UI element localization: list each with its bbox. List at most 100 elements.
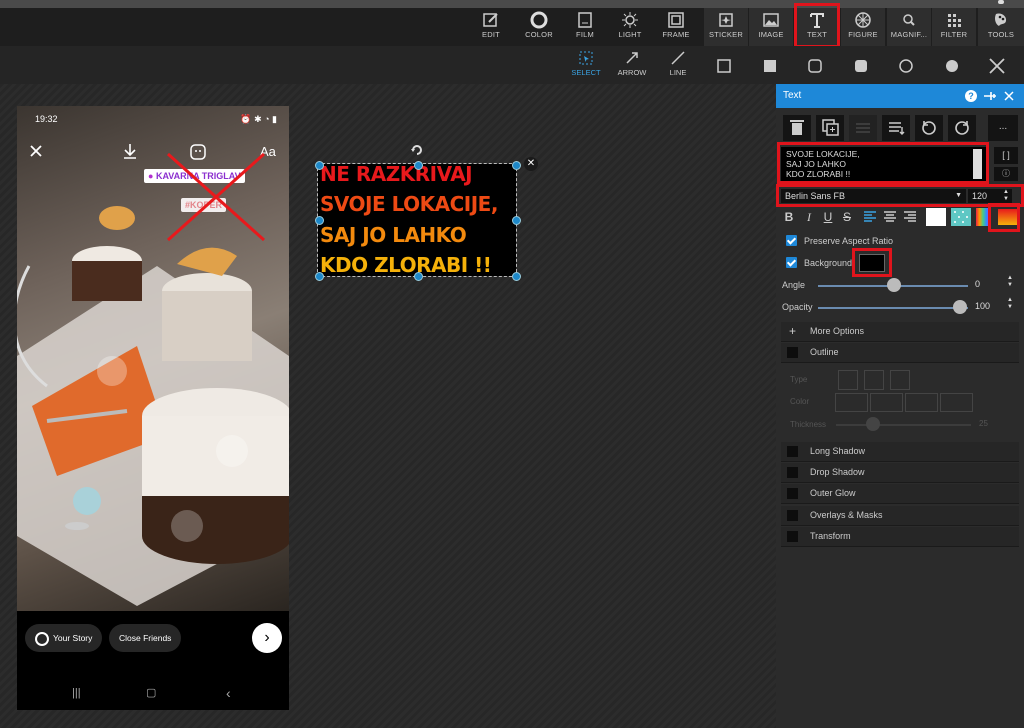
outline-label: Outline — [810, 347, 839, 357]
duplicate-button[interactable] — [816, 115, 844, 141]
toolbar-frame[interactable]: FRAME — [654, 8, 698, 46]
bold-button[interactable]: B — [781, 208, 797, 226]
resize-handle-top-right[interactable] — [512, 161, 521, 170]
angle-stepper-icon[interactable]: ▲ ▼ — [1007, 275, 1013, 289]
font-size-input[interactable]: 120 ▲ ▼ — [968, 189, 1012, 203]
toolbar-light[interactable]: LIGHT — [608, 8, 652, 46]
opacity-stepper-icon[interactable]: ▲ ▼ — [1007, 297, 1013, 311]
close-icon[interactable] — [988, 57, 1006, 75]
info-icon[interactable]: ⓘ — [994, 167, 1018, 181]
text-properties-panel: Text ? ... SVOJE LOKACIJE, SAJ JO LAHKO … — [776, 84, 1024, 728]
angle-value[interactable]: 0 — [975, 279, 980, 289]
text-layer-object[interactable]: NE RAZKRIVAJ SVOJE LOKACIJE, SAJ JO LAHK… — [317, 162, 517, 277]
outer-glow-section[interactable]: Outer Glow — [781, 484, 1019, 504]
long-shadow-section[interactable]: Long Shadow — [781, 442, 1019, 462]
background-checkbox[interactable] — [786, 257, 797, 268]
toolbar-text[interactable]: TEXT — [795, 8, 839, 46]
strikethrough-button[interactable]: S — [839, 208, 855, 226]
bracket-button[interactable]: [ ] — [994, 147, 1018, 164]
line-icon — [671, 51, 685, 65]
help-icon[interactable]: ? — [965, 90, 977, 102]
opacity-slider[interactable] — [818, 307, 968, 309]
overlays-masks-checkbox[interactable] — [787, 510, 798, 521]
rounded-square-filled-icon[interactable] — [853, 58, 869, 74]
arrow-tool[interactable]: ARROW — [612, 48, 652, 77]
transform-section[interactable]: Transform — [781, 527, 1019, 547]
drop-shadow-checkbox[interactable] — [787, 467, 798, 478]
resize-handle-bottom-right[interactable] — [512, 272, 521, 281]
line-tool[interactable]: LINE — [658, 48, 698, 77]
angle-slider-knob[interactable] — [887, 278, 901, 292]
preserve-aspect-checkbox[interactable] — [786, 235, 797, 246]
toolbar-edit[interactable]: EDIT — [469, 8, 513, 46]
toolbar-tools[interactable]: TOOLS — [978, 8, 1024, 46]
status-icons: ⏰ ✱ ◔ ▮ — [240, 114, 277, 124]
drop-shadow-section[interactable]: Drop Shadow — [781, 463, 1019, 483]
pin-icon[interactable] — [983, 90, 997, 102]
rotate-left-icon — [922, 121, 936, 135]
transform-checkbox[interactable] — [787, 531, 798, 542]
outline-section[interactable]: Outline — [781, 343, 1019, 363]
layer-order-icon — [889, 122, 905, 135]
opacity-label: Opacity — [782, 302, 813, 312]
resize-handle-left[interactable] — [315, 216, 324, 225]
long-shadow-checkbox[interactable] — [787, 446, 798, 457]
align-center-button[interactable] — [882, 208, 898, 226]
font-family-select[interactable]: Berlin Sans FB ▼ — [781, 189, 966, 203]
toolbar-sticker-label: STICKER — [709, 30, 743, 39]
plus-icon: + — [789, 324, 797, 338]
select-icon — [579, 51, 593, 65]
outer-glow-checkbox[interactable] — [787, 488, 798, 499]
square-filled-icon[interactable] — [762, 58, 778, 74]
delete-button[interactable] — [783, 115, 811, 141]
send-arrow-icon: › — [252, 623, 282, 653]
outline-checkbox[interactable] — [787, 347, 798, 358]
layer-order-button[interactable] — [882, 115, 910, 141]
resize-handle-right[interactable] — [512, 216, 521, 225]
circle-outline-icon[interactable] — [898, 58, 914, 74]
more-button[interactable]: ... — [988, 115, 1018, 141]
rounded-square-outline-icon[interactable] — [807, 58, 823, 74]
pattern-swatch[interactable] — [951, 208, 971, 226]
stepper-icon: ▲ ▼ — [1003, 189, 1009, 202]
resize-handle-bottom[interactable] — [414, 272, 423, 281]
rotate-handle-icon[interactable] — [410, 143, 424, 157]
overlays-masks-section[interactable]: Overlays & Masks — [781, 506, 1019, 526]
more-options-section[interactable]: + More Options — [781, 322, 1019, 342]
background-color-swatch[interactable] — [859, 254, 885, 272]
align-button[interactable] — [849, 115, 877, 141]
underline-button[interactable]: U — [820, 208, 836, 226]
text-content-input[interactable]: SVOJE LOKACIJE, SAJ JO LAHKO KDO ZLORABI… — [781, 147, 986, 181]
toolbar-figure[interactable]: FIGURE — [841, 8, 885, 46]
textarea-scrollbar[interactable] — [973, 149, 982, 179]
resize-handle-top[interactable] — [414, 161, 423, 170]
rotate-right-button[interactable] — [948, 115, 976, 141]
circle-filled-icon[interactable] — [944, 58, 960, 74]
palette-swatch[interactable] — [976, 208, 990, 226]
select-tool[interactable]: SELECT — [566, 48, 606, 77]
toolbar-tools-label: TOOLS — [987, 30, 1015, 39]
resize-handle-top-left[interactable] — [315, 161, 324, 170]
toolbar-image[interactable]: IMAGE — [749, 8, 793, 46]
align-right-button[interactable] — [902, 208, 918, 226]
transform-label: Transform — [810, 531, 851, 541]
opacity-slider-knob[interactable] — [953, 300, 967, 314]
opacity-value[interactable]: 100 — [975, 301, 990, 311]
toolbar-sticker[interactable]: STICKER — [704, 8, 748, 46]
italic-button[interactable]: I — [801, 208, 817, 226]
toolbar-filter[interactable]: FILTER — [932, 8, 976, 46]
status-time: 19:32 — [35, 114, 58, 124]
panel-close-icon[interactable] — [1004, 91, 1014, 101]
figure-icon — [855, 12, 871, 28]
align-left-button[interactable] — [862, 208, 878, 226]
delete-layer-icon[interactable]: ✕ — [524, 157, 538, 171]
square-outline-icon[interactable] — [716, 58, 732, 74]
toolbar-film[interactable]: FILM — [563, 8, 607, 46]
rotate-left-button[interactable] — [915, 115, 943, 141]
toolbar-color[interactable]: COLOR — [517, 8, 561, 46]
resize-handle-bottom-left[interactable] — [315, 272, 324, 281]
magnifier-icon — [903, 14, 915, 26]
toolbar-magnifier[interactable]: MAGNIF... — [887, 8, 931, 46]
text-color-swatch[interactable] — [926, 208, 946, 226]
gradient-swatch[interactable] — [998, 209, 1017, 225]
